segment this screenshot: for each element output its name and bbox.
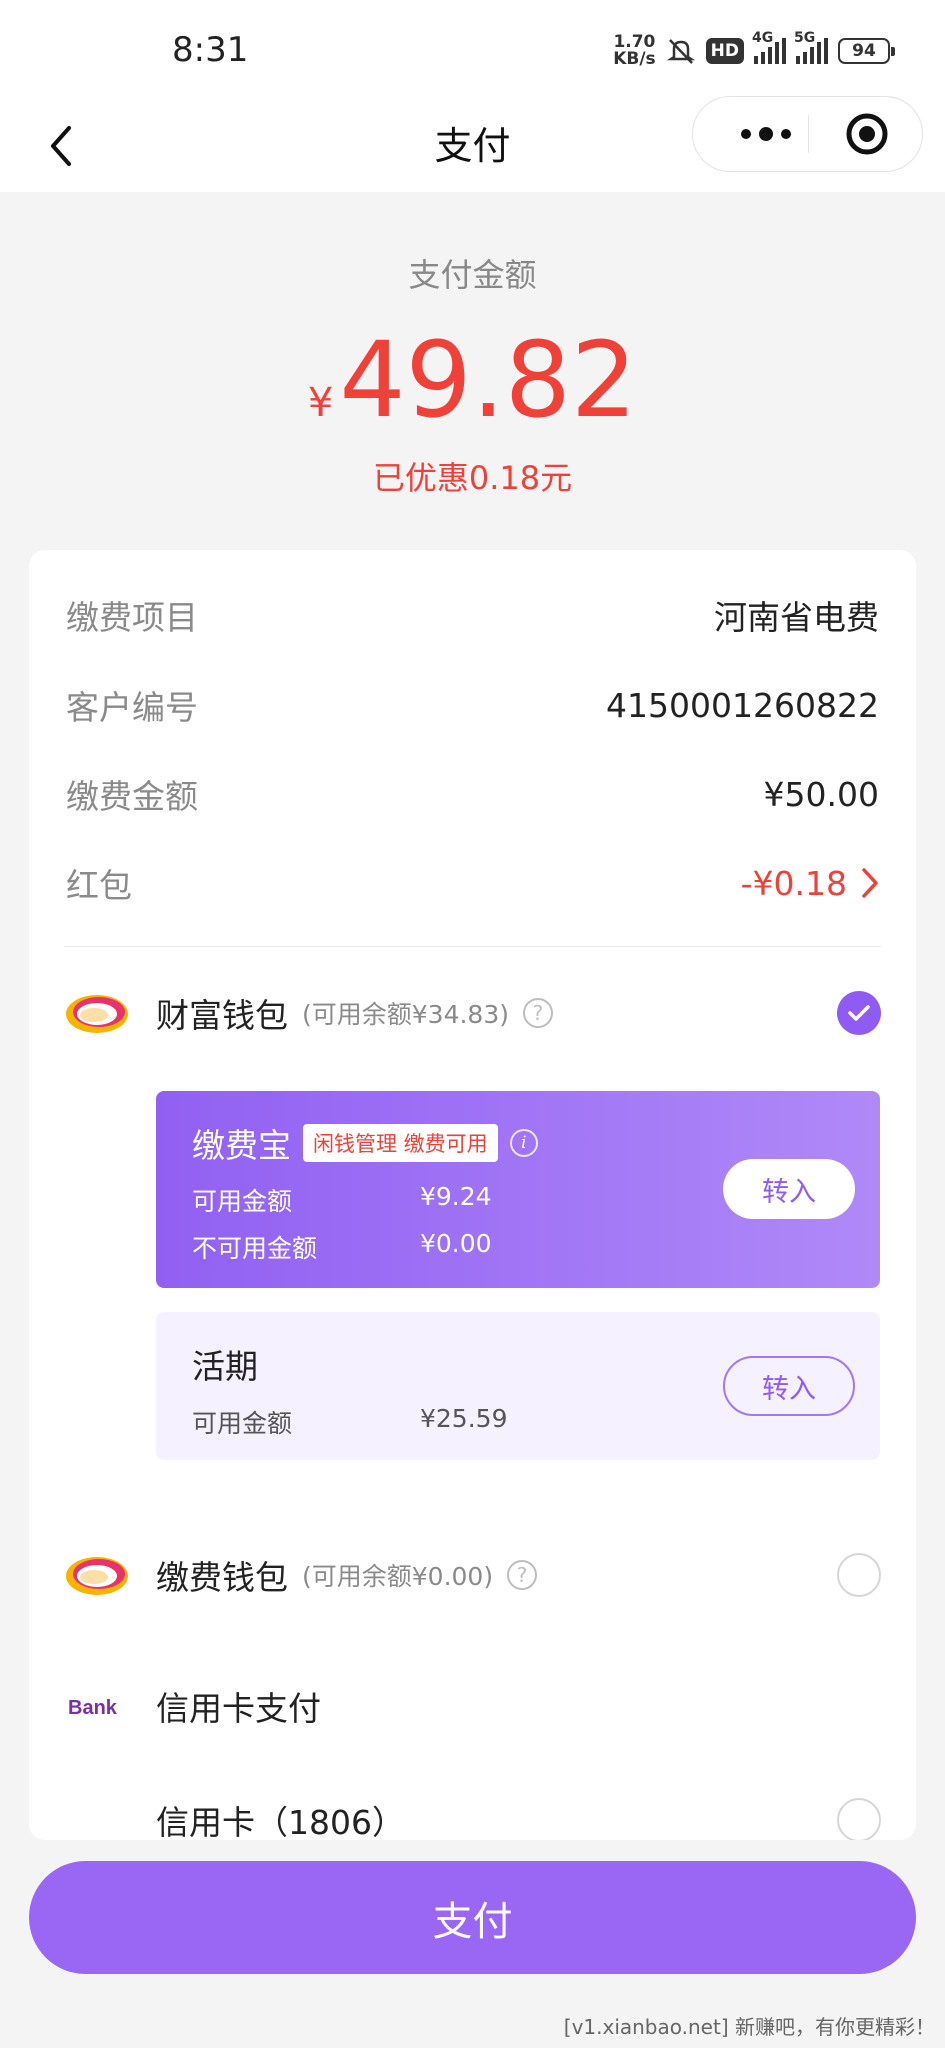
unavailable-value: ¥0.00 [420, 1229, 492, 1258]
hd-icon: HD [705, 38, 744, 64]
capsule-divider [808, 115, 809, 153]
credit-card-section: Bank 信用卡支付 [64, 1676, 881, 1736]
net-speed-unit: KB/s [613, 49, 656, 69]
credit-card-option[interactable]: 信用卡（1806） [64, 1790, 881, 1840]
red-packet-value: -¥0.18 [740, 863, 847, 903]
signal-5g-icon: 5G [794, 30, 828, 64]
battery-level: 94 [852, 41, 876, 61]
help-icon[interactable]: ? [507, 1560, 538, 1590]
status-icons: 1.70 KB/s HD 4G 5G 94 [613, 30, 895, 68]
available-label: 可用金额 [192, 1409, 293, 1438]
detail-label: 红包 [66, 866, 132, 905]
detail-value: 4150001260822 [606, 685, 879, 725]
pay-amount-value: 49.82 [339, 319, 638, 441]
pay-amount-label: 支付金额 [408, 256, 537, 294]
help-icon[interactable]: ? [522, 998, 553, 1028]
available-value: ¥25.59 [420, 1404, 508, 1433]
wallet-name: 缴费钱包 [156, 1558, 288, 1597]
status-time: 8:31 [172, 30, 249, 70]
wallet-available: (可用余额¥34.83) [302, 1000, 509, 1029]
detail-row-red-packet[interactable]: 红包 -¥0.18 [66, 858, 879, 908]
payment-detail-card: 缴费项目 河南省电费 客户编号 4150001260822 缴费金额 ¥50.0… [29, 550, 916, 1840]
back-arrow-icon[interactable] [36, 118, 86, 174]
close-target-icon[interactable] [845, 112, 889, 156]
wallet-logo-icon [66, 1557, 128, 1595]
wallet-logo-icon [66, 995, 128, 1033]
pay-button[interactable]: 支付 [29, 1861, 916, 1974]
mute-bell-icon [666, 39, 695, 64]
wallet-name: 财富钱包 [156, 996, 288, 1035]
unavailable-label: 不可用金额 [192, 1234, 318, 1263]
mini-program-capsule [692, 96, 923, 172]
jiaofeibao-tag: 闲钱管理 缴费可用 [303, 1124, 498, 1162]
chevron-right-icon [862, 868, 878, 898]
detail-row-fee: 缴费金额 ¥50.00 [66, 769, 879, 819]
huoqi-transfer-in-button[interactable]: 转入 [723, 1356, 855, 1416]
huoqi-title: 活期 [192, 1347, 258, 1386]
status-bar: 8:31 1.70 KB/s HD 4G 5G 94 [0, 0, 945, 100]
selected-check-icon[interactable] [837, 991, 881, 1035]
detail-row-item: 缴费项目 河南省电费 [66, 590, 879, 640]
bank-logo-icon: Bank [68, 1697, 118, 1719]
currency-symbol: ¥ [307, 380, 334, 426]
radio-button[interactable] [837, 1798, 881, 1840]
radio-button[interactable] [837, 1553, 881, 1597]
detail-value: ¥50.00 [763, 774, 879, 814]
more-dots-icon[interactable] [726, 97, 806, 171]
detail-label: 缴费项目 [66, 598, 198, 637]
wallet-available: (可用余额¥0.00) [302, 1562, 494, 1591]
huoqi-panel: 活期 可用金额 ¥25.59 转入 [156, 1312, 880, 1460]
pay-amount: ¥49.82 [0, 325, 945, 435]
jiaofeibao-panel: 缴费宝 闲钱管理 缴费可用 i 可用金额 ¥9.24 不可用金额 ¥0.00 转… [156, 1091, 880, 1288]
wallet-option-fortune[interactable]: 财富钱包 (可用余额¥34.83) ? [64, 983, 881, 1043]
svg-text:Bank: Bank [68, 1697, 118, 1719]
detail-value: 河南省电费 [714, 598, 879, 637]
jiaofeibao-title: 缴费宝 [192, 1126, 291, 1165]
detail-row-customer: 客户编号 4150001260822 [66, 680, 879, 730]
discount-text: 已优惠0.18元 [372, 459, 573, 497]
detail-label: 客户编号 [66, 688, 198, 727]
info-icon[interactable]: i [509, 1129, 538, 1157]
detail-label: 缴费金额 [66, 777, 198, 816]
wallet-option-fee[interactable]: 缴费钱包 (可用余额¥0.00) ? [64, 1545, 881, 1605]
available-value: ¥9.24 [420, 1182, 492, 1211]
signal-4g-label: 4G [752, 30, 774, 46]
watermark: [v1.xianbao.net] 新赚吧，有你更精彩！ [563, 2015, 935, 2039]
net-speed: 1.70 KB/s [613, 34, 655, 68]
available-label: 可用金额 [192, 1187, 293, 1216]
credit-card-section-title: 信用卡支付 [156, 1689, 321, 1728]
signal-4g-icon: 4G [752, 30, 786, 64]
battery-icon: 94 [838, 38, 895, 64]
signal-5g-label: 5G [794, 30, 816, 46]
divider [64, 946, 881, 947]
credit-card-name: 信用卡（1806） [156, 1803, 405, 1840]
jiaofeibao-transfer-in-button[interactable]: 转入 [723, 1159, 855, 1219]
